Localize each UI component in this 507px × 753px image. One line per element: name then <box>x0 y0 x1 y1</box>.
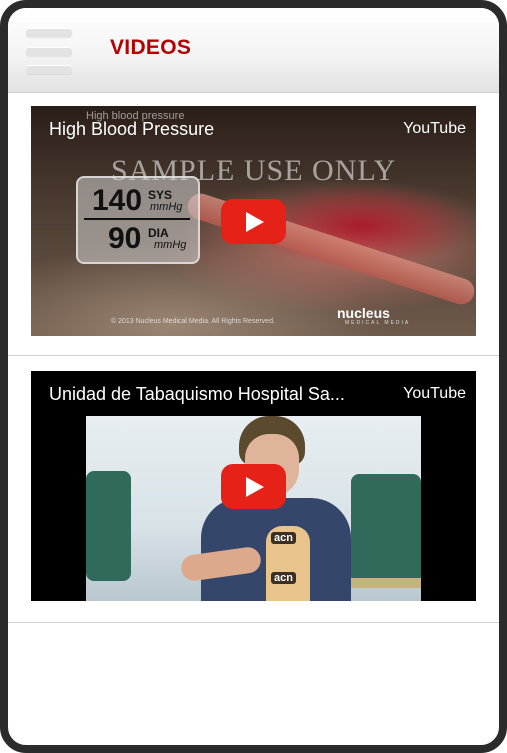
video-list-item: High blood pressure SAMPLE USE ONLY 140 … <box>8 92 499 356</box>
app-frame: VIDEOS High blood pressure SAMPLE USE ON… <box>0 0 507 753</box>
video-player[interactable]: High blood pressure SAMPLE USE ONLY 140 … <box>31 106 476 336</box>
brand-logo: nucleus <box>337 305 390 321</box>
hamburger-menu-icon[interactable] <box>26 28 72 74</box>
mic-label: acn <box>271 572 296 584</box>
youtube-logo[interactable]: YouTube <box>403 120 466 138</box>
chair-graphic <box>351 474 421 584</box>
systolic-label: SYS <box>148 188 173 202</box>
video-list-item: acn acn Unidad de Tabaquismo Hospital Sa… <box>8 356 499 623</box>
chair-graphic <box>86 471 131 581</box>
systolic-value: 140 <box>92 184 143 217</box>
blood-pressure-readout: 140 SYS mmHg 90 DIA mmHg <box>76 176 200 264</box>
diastolic-value: 90 <box>108 222 142 255</box>
video-player[interactable]: acn acn Unidad de Tabaquismo Hospital Sa… <box>31 371 476 601</box>
menu-bar <box>26 28 72 37</box>
mic-label: acn <box>271 532 296 544</box>
menu-bar <box>26 65 72 74</box>
menu-bar <box>26 47 72 56</box>
page-title: VIDEOS <box>110 36 192 59</box>
youtube-logo[interactable]: YouTube <box>403 385 466 403</box>
video-title[interactable]: High Blood Pressure <box>49 119 214 140</box>
divider <box>84 218 190 220</box>
brand-subtitle: MEDICAL MEDIA <box>345 320 411 326</box>
diastolic-unit: mmHg <box>154 239 187 251</box>
app-header: VIDEOS <box>8 8 499 93</box>
diastolic-label: DIA <box>148 226 169 240</box>
video-title[interactable]: Unidad de Tabaquismo Hospital Sa... <box>49 384 379 405</box>
systolic-unit: mmHg <box>150 201 183 213</box>
copyright-text: © 2013 Nucleus Medical Media. All Rights… <box>111 318 275 325</box>
play-button-icon[interactable] <box>221 464 286 509</box>
play-button-icon[interactable] <box>221 199 286 244</box>
microphone-graphic: acn acn <box>266 526 310 601</box>
